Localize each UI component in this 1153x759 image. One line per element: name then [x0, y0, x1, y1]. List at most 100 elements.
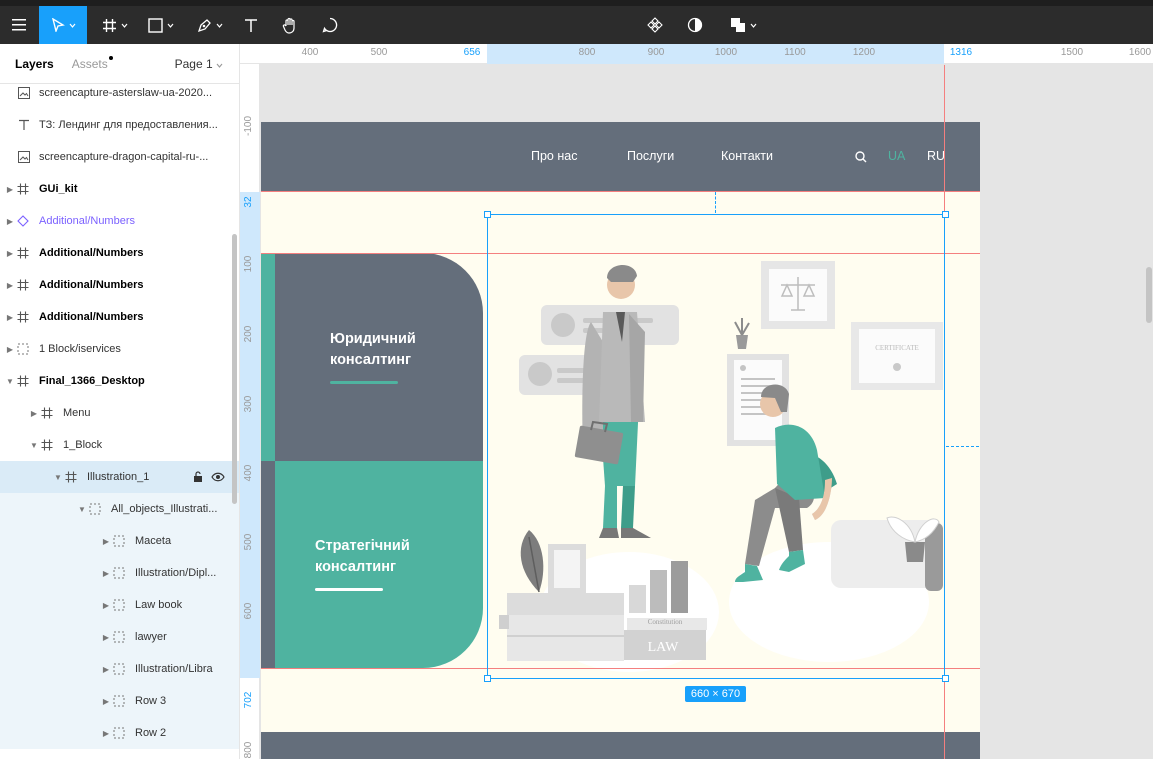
contrast-button[interactable]	[685, 6, 705, 44]
card-stripe	[261, 461, 275, 668]
ruler-label: -100	[243, 115, 254, 137]
resize-handle[interactable]	[942, 675, 949, 682]
expand-arrow-icon[interactable]: ▶	[6, 345, 14, 354]
group-icon	[112, 598, 126, 612]
layer-row[interactable]: ▶ 1 Block/iservices	[0, 333, 239, 365]
collapse-arrow-icon[interactable]: ▼	[6, 377, 14, 386]
expand-arrow-icon[interactable]: ▶	[6, 185, 14, 194]
layer-row[interactable]: ▶ Additional/Numbers	[0, 269, 239, 301]
layer-name: Illustration_1	[87, 471, 150, 483]
frame-icon	[40, 438, 54, 452]
tab-assets[interactable]: Assets	[72, 55, 113, 71]
collapse-arrow-icon[interactable]: ▼	[78, 505, 86, 514]
resize-handle[interactable]	[942, 211, 949, 218]
spacing-indicator	[946, 446, 979, 447]
card-title: Стратегічний консалтинг	[315, 536, 410, 578]
expand-arrow-icon[interactable]: ▶	[102, 569, 110, 578]
layer-row[interactable]: ▶ Maceta	[0, 525, 239, 557]
selection-box[interactable]	[487, 214, 945, 679]
layer-row[interactable]: ТЗ: Лендинг для предоставления...	[0, 109, 239, 141]
resize-handle[interactable]	[484, 675, 491, 682]
layer-name: Law book	[135, 599, 183, 611]
unlock-icon[interactable]	[193, 471, 203, 483]
expand-arrow-icon[interactable]: ▶	[102, 729, 110, 738]
layer-row[interactable]: ▶ Illustration/Libra	[0, 653, 239, 685]
expand-arrow-icon[interactable]: ▶	[6, 313, 14, 322]
layers-scrollbar[interactable]	[232, 234, 237, 504]
ruler-label: 400	[301, 47, 319, 58]
expand-arrow-icon[interactable]: ▶	[102, 633, 110, 642]
nav-about[interactable]: Про нас	[531, 149, 577, 163]
layer-row[interactable]: ▼ All_objects_Illustrati...	[0, 493, 239, 525]
card-title: Юридичний консалтинг	[330, 329, 416, 371]
layer-row[interactable]: ▶ Law book	[0, 589, 239, 621]
layer-row[interactable]: ▶ Additional/Numbers	[0, 301, 239, 333]
ruler-label: 500	[370, 47, 388, 58]
group-icon	[16, 342, 30, 356]
expand-arrow-icon[interactable]: ▶	[6, 281, 14, 290]
collapse-arrow-icon[interactable]: ▼	[30, 441, 38, 450]
layer-row[interactable]: ▶ lawyer	[0, 621, 239, 653]
frame-icon	[64, 470, 78, 484]
search-icon[interactable]	[855, 151, 867, 163]
lang-ua[interactable]: UA	[888, 149, 905, 163]
toolbar	[0, 0, 1153, 44]
frame-icon	[16, 310, 30, 324]
card-title-line: Стратегічний	[315, 538, 410, 554]
expand-arrow-icon[interactable]: ▶	[6, 249, 14, 258]
layer-row[interactable]: ▶ Illustration/Dipl...	[0, 557, 239, 589]
ruler-label: 1316	[949, 47, 973, 58]
ruler-label: 1600	[1128, 47, 1152, 58]
nav-contacts[interactable]: Контакти	[721, 149, 773, 163]
site-nav[interactable]: Про нас Послуги Контакти UA RU	[261, 122, 980, 191]
expand-arrow-icon[interactable]: ▶	[6, 217, 14, 226]
collapse-arrow-icon[interactable]: ▼	[54, 473, 62, 482]
text-tool-button[interactable]	[240, 6, 262, 44]
pen-icon	[197, 18, 211, 32]
canvas-scrollbar[interactable]	[1146, 267, 1152, 323]
layer-row[interactable]: ▶ GUi_kit	[0, 173, 239, 205]
expand-arrow-icon[interactable]: ▶	[102, 537, 110, 546]
expand-arrow-icon[interactable]: ▶	[102, 665, 110, 674]
layer-row[interactable]: ▶ Row 3	[0, 685, 239, 717]
layer-row[interactable]: screencapture-dragon-capital-ru-...	[0, 141, 239, 173]
layer-row[interactable]: ▼ Final_1366_Desktop	[0, 365, 239, 397]
layer-row[interactable]: ▶ Row 2	[0, 717, 239, 749]
eye-icon[interactable]	[211, 471, 225, 483]
ruler-label: 400	[243, 464, 254, 482]
shape-tool-button[interactable]	[143, 6, 179, 44]
layer-row[interactable]: ▶ Additional/Numbers	[0, 205, 239, 237]
layer-row[interactable]: ▶ Additional/Numbers	[0, 237, 239, 269]
ruler-label: 800	[578, 47, 596, 58]
hand-tool-button[interactable]	[278, 6, 302, 44]
component-button[interactable]	[645, 6, 665, 44]
expand-arrow-icon[interactable]: ▶	[30, 409, 38, 418]
layer-row[interactable]: ▼ 1_Block	[0, 429, 239, 461]
tab-layers[interactable]: Layers	[15, 57, 54, 71]
expand-arrow-icon[interactable]: ▶	[102, 601, 110, 610]
pen-tool-button[interactable]	[192, 6, 228, 44]
group-icon	[112, 630, 126, 644]
nav-services[interactable]: Послуги	[627, 149, 674, 163]
layer-row[interactable]: screencapture-asterslaw-ua-2020...	[0, 77, 239, 109]
spacing-indicator	[715, 192, 716, 213]
comment-tool-button[interactable]	[318, 6, 342, 44]
move-tool-button[interactable]	[39, 6, 87, 44]
layer-row[interactable]: ▶ Menu	[0, 397, 239, 429]
frame-tool-button[interactable]	[97, 6, 133, 44]
page-selector[interactable]: Page 1	[175, 57, 223, 71]
text-t-icon	[245, 18, 257, 32]
layer-name: Maceta	[135, 535, 172, 547]
group-icon	[112, 694, 126, 708]
boolean-button[interactable]	[725, 6, 761, 44]
contrast-icon	[687, 17, 703, 33]
cursor-arrow-icon	[51, 18, 65, 32]
layer-row[interactable]: ▼ Illustration_1	[0, 461, 239, 493]
layer-name: Row 2	[135, 727, 167, 739]
notification-dot	[108, 55, 113, 60]
ruler-left: -100 32 100 200 300 400 500 600 702 800	[240, 64, 260, 759]
resize-handle[interactable]	[484, 211, 491, 218]
expand-arrow-icon[interactable]: ▶	[102, 697, 110, 706]
menu-icon[interactable]	[0, 6, 38, 44]
lang-ru[interactable]: RU	[927, 149, 945, 163]
